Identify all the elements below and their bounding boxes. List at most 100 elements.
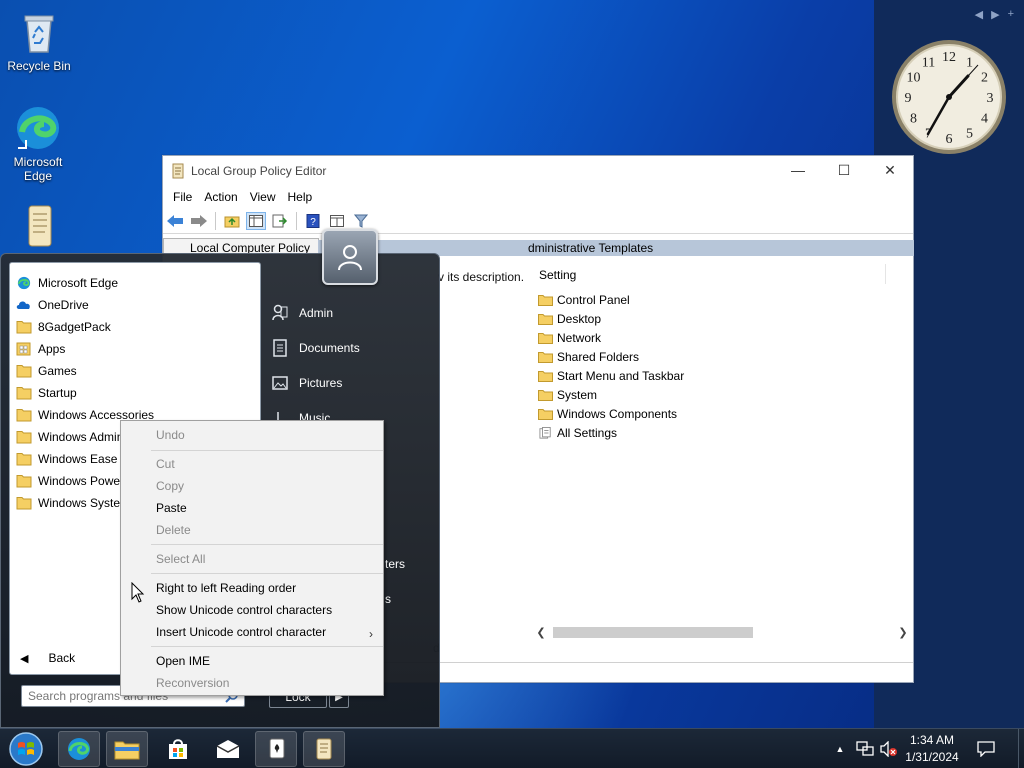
up-folder-button[interactable] [222,212,242,230]
folder-icon [16,321,32,334]
taskbar-solitaire[interactable] [255,731,297,767]
show-hidden-icons-button[interactable]: ▲ [832,729,848,768]
extended-view-button[interactable] [327,212,347,230]
start-program-item[interactable]: 8GadgetPack [16,316,111,338]
help-button[interactable]: ? [303,212,323,230]
menu-item-copy[interactable]: Copy [156,476,184,496]
start-item-label: Pictures [299,376,343,390]
setting-row[interactable]: System [538,385,684,404]
start-item-partial-2[interactable]: s [385,587,391,611]
menu-file[interactable]: File [167,190,198,204]
horizontal-scrollbar[interactable]: ❮ ❯ [533,624,911,641]
menu-item-show-unicode[interactable]: Show Unicode control characters [156,600,332,620]
menu-item-rtl-reading-order[interactable]: Right to left Reading order [156,578,296,598]
desktop-icon-microsoft-edge[interactable]: Microsoft Edge [2,104,74,183]
start-program-item[interactable]: Microsoft Edge [16,272,118,294]
sidebar-add-icon[interactable]: + [1008,8,1014,21]
column-divider[interactable] [885,264,886,284]
taskbar-mail[interactable] [207,731,249,767]
taskbar-clock[interactable]: 1:34 AM 1/31/2024 [900,732,964,766]
menu-view[interactable]: View [244,190,282,204]
menu-item-undo[interactable]: Undo [156,425,185,445]
console-tree-icon [249,214,263,227]
maximize-button[interactable]: ☐ [821,156,867,184]
back-button[interactable]: ◀ Back [20,651,75,665]
setting-row[interactable]: Windows Components [538,404,684,423]
clock-number: 8 [910,112,917,127]
mail-icon [216,740,240,758]
taskbar-file-explorer[interactable] [106,731,148,767]
volume-status[interactable] [878,729,900,768]
setting-row[interactable]: Start Menu and Taskbar [538,366,684,385]
setting-row[interactable]: Network [538,328,684,347]
network-status[interactable] [854,729,876,768]
start-item-pictures[interactable]: Pictures [271,371,342,395]
forward-button[interactable] [189,212,209,230]
user-account-picture[interactable] [322,229,378,285]
menu-item-open-ime[interactable]: Open IME [156,651,210,671]
policy-scroll-icon [316,738,332,760]
start-program-item[interactable]: Apps [16,338,65,360]
folder-icon [538,313,553,325]
start-orb-icon[interactable] [6,730,46,768]
back-button[interactable] [165,212,185,230]
clock-number: 12 [942,50,956,65]
sidebar-prev-icon[interactable]: ◀ [975,8,983,21]
close-button[interactable]: ✕ [867,156,913,184]
desktop-icon-script[interactable] [3,202,75,253]
settings-folder-icon [539,426,551,439]
filter-button[interactable] [351,212,371,230]
taskbar-group-policy-editor[interactable] [303,731,345,767]
menu-item-cut[interactable]: Cut [156,454,175,474]
store-bag-icon [169,739,187,759]
start-program-item[interactable]: Windows System [16,492,130,514]
setting-row[interactable]: Shared Folders [538,347,684,366]
setting-row[interactable]: All Settings [538,423,684,442]
desktop-icon-label: Recycle Bin [7,59,71,73]
start-program-item[interactable]: OneDrive [16,294,89,316]
scroll-left-icon[interactable]: ❮ [533,624,549,641]
start-item-label: s [385,592,391,606]
start-item-label: Admin [299,306,334,320]
sidebar-nav: ◀ ▶ + [975,8,1014,21]
menu-item-paste[interactable]: Paste [156,498,187,518]
scroll-right-icon[interactable]: ❯ [895,624,911,641]
edge-icon [17,276,31,290]
clock-number: 6 [946,132,953,147]
folder-icon [16,365,32,378]
toolbar-separator [296,211,297,230]
folder-icon [538,294,553,306]
clock-gadget[interactable]: 121234567891011 [890,38,1008,156]
start-item-documents[interactable]: Documents [271,336,360,360]
taskbar-store[interactable] [157,731,199,767]
show-desktop-button[interactable] [1018,729,1024,768]
start-item-admin[interactable]: Admin [271,301,333,325]
show-hide-tree-button[interactable] [246,211,266,230]
desktop-icon-recycle-bin[interactable]: Recycle Bin [3,8,75,73]
start-program-item[interactable]: Startup [16,382,77,404]
menu-item-reconversion[interactable]: Reconversion [156,673,229,693]
column-header-setting[interactable]: Setting [539,268,576,282]
setting-row[interactable]: Desktop [538,309,684,328]
menu-help[interactable]: Help [282,190,319,204]
export-list-button[interactable] [270,212,290,230]
menu-item-select-all[interactable]: Select All [156,549,205,569]
minimize-button[interactable]: — [775,156,821,184]
setting-row-label: Start Menu and Taskbar [557,368,685,383]
start-program-item[interactable]: Windows Admin [16,426,123,448]
context-menu: Undo Cut Copy Paste Delete Select All Ri… [120,420,384,696]
menu-action[interactable]: Action [198,190,243,204]
start-program-item[interactable]: Windows PowerS [16,470,132,492]
start-item-partial-1[interactable]: ters [385,552,405,576]
menu-item-delete[interactable]: Delete [156,520,191,540]
setting-row-label: Control Panel [557,292,630,307]
folder-icon [16,497,32,510]
setting-row[interactable]: Control Panel [538,290,684,309]
taskbar-edge[interactable] [58,731,100,767]
scroll-thumb[interactable] [553,627,753,638]
menu-item-insert-unicode[interactable]: Insert Unicode control character [156,622,326,642]
start-program-item[interactable]: Games [16,360,77,382]
sidebar-next-icon[interactable]: ▶ [991,8,999,21]
start-program-item[interactable]: Windows Ease of [16,448,131,470]
action-center-button[interactable] [972,729,1000,768]
